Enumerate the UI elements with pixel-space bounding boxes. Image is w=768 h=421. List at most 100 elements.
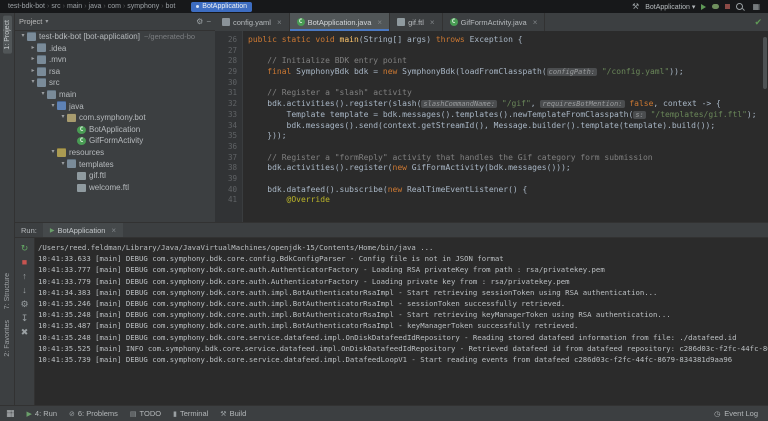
tree-item-mvn[interactable]: ▸.mvn (15, 54, 215, 66)
rerun-icon[interactable]: ↻ (21, 241, 29, 255)
line-number[interactable]: 29 (215, 67, 237, 78)
chevron-open-icon[interactable]: ▾ (39, 89, 47, 101)
chevron-down-icon[interactable]: ▾ (45, 18, 48, 25)
tree-item-path: ~/generated-bo (144, 31, 195, 43)
close-icon[interactable]: × (277, 18, 282, 27)
breadcrumb-item-symphony[interactable]: symphony (125, 3, 161, 10)
breadcrumb-item-src[interactable]: src (49, 3, 62, 10)
toolwindow-button-structure[interactable]: 7: Structure (3, 269, 12, 313)
tree-item-label: resources (69, 147, 104, 159)
tab-botapplication-java[interactable]: CBotApplication.java× (290, 13, 390, 31)
chevron-open-icon[interactable]: ▾ (49, 147, 57, 159)
tree-item-idea[interactable]: ▸.idea (15, 43, 215, 55)
statusbar-item-todo[interactable]: ▤TODO (130, 409, 161, 418)
stop-icon[interactable]: ■ (22, 255, 27, 269)
line-number[interactable]: 33 (215, 110, 237, 121)
code-token: })); (248, 131, 287, 140)
chevron-open-icon[interactable]: ▾ (29, 77, 37, 89)
chevron-closed-icon[interactable]: ▸ (29, 43, 37, 55)
line-number[interactable]: 34 (215, 121, 237, 132)
tree-item-java[interactable]: ▾java (15, 101, 215, 113)
up-icon[interactable]: ↑ (22, 269, 27, 283)
line-number[interactable]: 36 (215, 142, 237, 153)
line-number[interactable]: 27 (215, 46, 237, 57)
scroll-end-icon[interactable]: ↧ (21, 311, 29, 325)
breadcrumb-item-java[interactable]: java (87, 3, 104, 10)
close-icon[interactable]: × (430, 18, 435, 27)
tab-label: GifFormActivity.java (461, 18, 527, 27)
debug-button[interactable] (712, 4, 719, 9)
statusbar-item-4-run[interactable]: ▶4: Run (27, 409, 58, 418)
chevron-closed-icon[interactable]: ▸ (29, 66, 37, 78)
tab-gif-ftl[interactable]: gif.ftl × (390, 13, 443, 31)
code-token: bdk.messages().send(context.getStreamId(… (248, 121, 715, 130)
clear-icon[interactable]: ✖ (21, 325, 29, 339)
chevron-open-icon[interactable]: ▾ (59, 159, 67, 171)
run-tab[interactable]: ▶ BotApplication × (43, 223, 123, 237)
tab-gifformactivity-java[interactable]: CGifFormActivity.java× (443, 13, 546, 31)
run-button[interactable] (701, 4, 706, 10)
event-log-label[interactable]: Event Log (724, 409, 758, 418)
tool-window-switcher-icon[interactable]: ▦ (6, 408, 15, 419)
line-number[interactable]: 35 (215, 131, 237, 142)
stop-button[interactable] (725, 4, 730, 9)
tool-windows-icon[interactable]: ▦ (752, 0, 760, 13)
tree-item-botapplication[interactable]: CBotApplication (15, 124, 215, 136)
statusbar-item-6-problems[interactable]: ⊘6: Problems (69, 409, 118, 418)
toolwindow-button-favorites[interactable]: 2: Favorites (3, 316, 12, 361)
line-number[interactable]: 26 (215, 35, 237, 46)
project-panel-header[interactable]: Project ▾ ⚙ − (15, 13, 215, 31)
tree-item-rsa[interactable]: ▸rsa (15, 66, 215, 78)
search-icon[interactable] (736, 3, 743, 10)
chevron-open-icon[interactable]: ▾ (59, 112, 67, 124)
tree-item-test-bdk-bot-bot-application[interactable]: ▾test-bdk-bot [bot-application]~/generat… (15, 31, 215, 43)
chevron-closed-icon[interactable]: ▸ (29, 54, 37, 66)
active-file-chip[interactable]: BotApplication (191, 2, 252, 12)
line-number[interactable]: 38 (215, 163, 237, 174)
tree-item-templates[interactable]: ▾templates (15, 159, 215, 171)
inspection-ok-icon[interactable]: ✔ (754, 17, 762, 28)
line-number[interactable]: 40 (215, 185, 237, 196)
line-number[interactable]: 28 (215, 56, 237, 67)
chevron-open-icon[interactable]: ▾ (19, 31, 27, 43)
breadcrumb-item-test-bdk-bot[interactable]: test-bdk-bot (6, 3, 47, 10)
toolwindow-button-project[interactable]: 1: Project (3, 16, 12, 54)
settings-icon[interactable]: ⚙ (20, 297, 28, 311)
chevron-open-icon[interactable]: ▾ (49, 101, 57, 113)
code-line: 27 (215, 46, 768, 57)
tree-item-src[interactable]: ▾src (15, 77, 215, 89)
tree-item-resources[interactable]: ▾ resources (15, 147, 215, 159)
tree-item-welcome-ftl[interactable]: welcome.ftl (15, 182, 215, 194)
line-number[interactable]: 39 (215, 174, 237, 185)
editor-scrollbar[interactable] (763, 37, 767, 89)
statusbar-item-terminal[interactable]: ▮Terminal (173, 409, 208, 418)
statusbar-item-build[interactable]: ⚒Build (220, 409, 246, 418)
tab-config-yaml[interactable]: config.yaml× (215, 13, 290, 31)
gear-icon[interactable]: ⚙ (196, 17, 203, 26)
breadcrumb-item-com[interactable]: com (106, 3, 123, 10)
breadcrumb-item-main[interactable]: main (65, 3, 84, 10)
code-editor[interactable]: 26public static void main(String[] args)… (215, 31, 768, 222)
tree-item-gif-ftl[interactable]: gif.ftl (15, 170, 215, 182)
hide-panel-icon[interactable]: − (206, 17, 211, 26)
tree-item-com-symphony-bot[interactable]: ▾com.symphony.bot (15, 112, 215, 124)
build-hammer-icon[interactable]: ⚒ (632, 0, 639, 13)
line-number[interactable]: 32 (215, 99, 237, 110)
run-config-selector[interactable]: BotApplication ▾ (645, 3, 695, 11)
console-output[interactable]: /Users/reed.feldman/Library/Java/JavaVir… (36, 238, 768, 405)
down-icon[interactable]: ↓ (22, 283, 27, 297)
code-token: , context -> { (653, 99, 720, 108)
line-number[interactable]: 31 (215, 88, 237, 99)
breadcrumb-item-bot[interactable]: bot (164, 3, 178, 10)
tab-label: gif.ftl (408, 18, 424, 27)
line-number[interactable]: 30 (215, 78, 237, 89)
code-line: 32 bdk.activities().register(slash(slash… (215, 99, 768, 110)
tree-item-gifformactivity[interactable]: CGifFormActivity (15, 135, 215, 147)
tree-item-main[interactable]: ▾main (15, 89, 215, 101)
event-log-icon[interactable]: ◷ (714, 410, 720, 418)
close-icon[interactable]: × (533, 18, 538, 27)
line-number[interactable]: 41 (215, 195, 237, 206)
line-number[interactable]: 37 (215, 153, 237, 164)
close-icon[interactable]: × (377, 18, 382, 27)
close-icon[interactable]: × (111, 226, 116, 235)
